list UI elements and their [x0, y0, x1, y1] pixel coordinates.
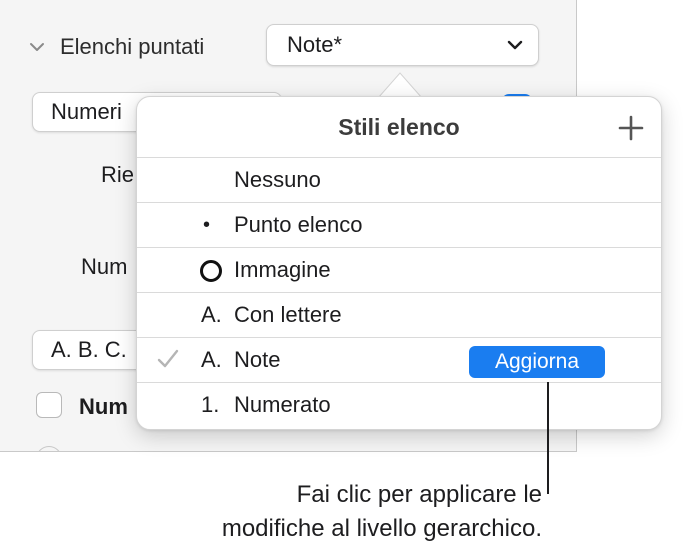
list-item-glyph: 1. — [201, 392, 220, 417]
update-button[interactable]: Aggiorna — [469, 346, 605, 378]
section-title: Elenchi puntati — [60, 34, 205, 59]
list-item-glyph: A. — [201, 302, 222, 327]
ring-icon — [200, 260, 222, 282]
radio-button[interactable] — [36, 446, 62, 451]
callout-line-1: Fai clic per applicare le — [296, 481, 542, 508]
numbering-checkbox[interactable] — [36, 392, 62, 418]
list-item-lettered[interactable]: A. Con lettere — [137, 292, 661, 337]
list-styles-popover: Stili elenco Nessuno • Punto elenco Imma… — [136, 96, 662, 430]
plus-icon[interactable] — [617, 114, 645, 142]
callout-text: Fai clic per applicare le modifiche al l… — [222, 478, 542, 546]
checkmark-icon — [157, 349, 179, 368]
list-item-label: Note — [234, 347, 281, 372]
disclosure-chevron-icon[interactable] — [26, 36, 48, 58]
list-item-label: Immagine — [234, 257, 331, 282]
list-style-popup[interactable]: Note* — [266, 24, 539, 66]
callout-line — [547, 382, 549, 494]
section-header[interactable]: Elenchi puntati — [26, 26, 204, 68]
popover-title: Stili elenco — [338, 113, 460, 140]
indent-label: Rie — [101, 162, 135, 187]
list-item-label: Nessuno — [234, 167, 321, 192]
list-item-label: Numerato — [234, 392, 331, 417]
popover-header: Stili elenco — [137, 97, 661, 157]
bullet-type-value: Numeri — [51, 99, 122, 124]
list-style-value: Note* — [287, 32, 343, 57]
chevron-down-icon — [507, 40, 523, 50]
list-style-options: Nessuno • Punto elenco Immagine A. Con l… — [137, 157, 661, 427]
number-format-value: A. B. C. — [51, 337, 127, 362]
list-item-label: Punto elenco — [234, 212, 363, 237]
popover-arrow — [376, 72, 424, 100]
list-item-note[interactable]: A. Note Aggiorna — [137, 337, 661, 382]
list-item-none[interactable]: Nessuno — [137, 157, 661, 202]
callout-line-2: modifiche al livello gerarchico. — [221, 515, 542, 542]
list-item-image[interactable]: Immagine — [137, 247, 661, 292]
list-item-bullet[interactable]: • Punto elenco — [137, 202, 661, 247]
checkbox-label: Num — [79, 394, 128, 419]
list-item-numbered[interactable]: 1. Numerato — [137, 382, 661, 427]
number-label: Num — [81, 254, 128, 279]
list-item-label: Con lettere — [234, 302, 342, 327]
list-item-glyph: A. — [201, 347, 222, 372]
bullet-icon: • — [203, 213, 211, 236]
